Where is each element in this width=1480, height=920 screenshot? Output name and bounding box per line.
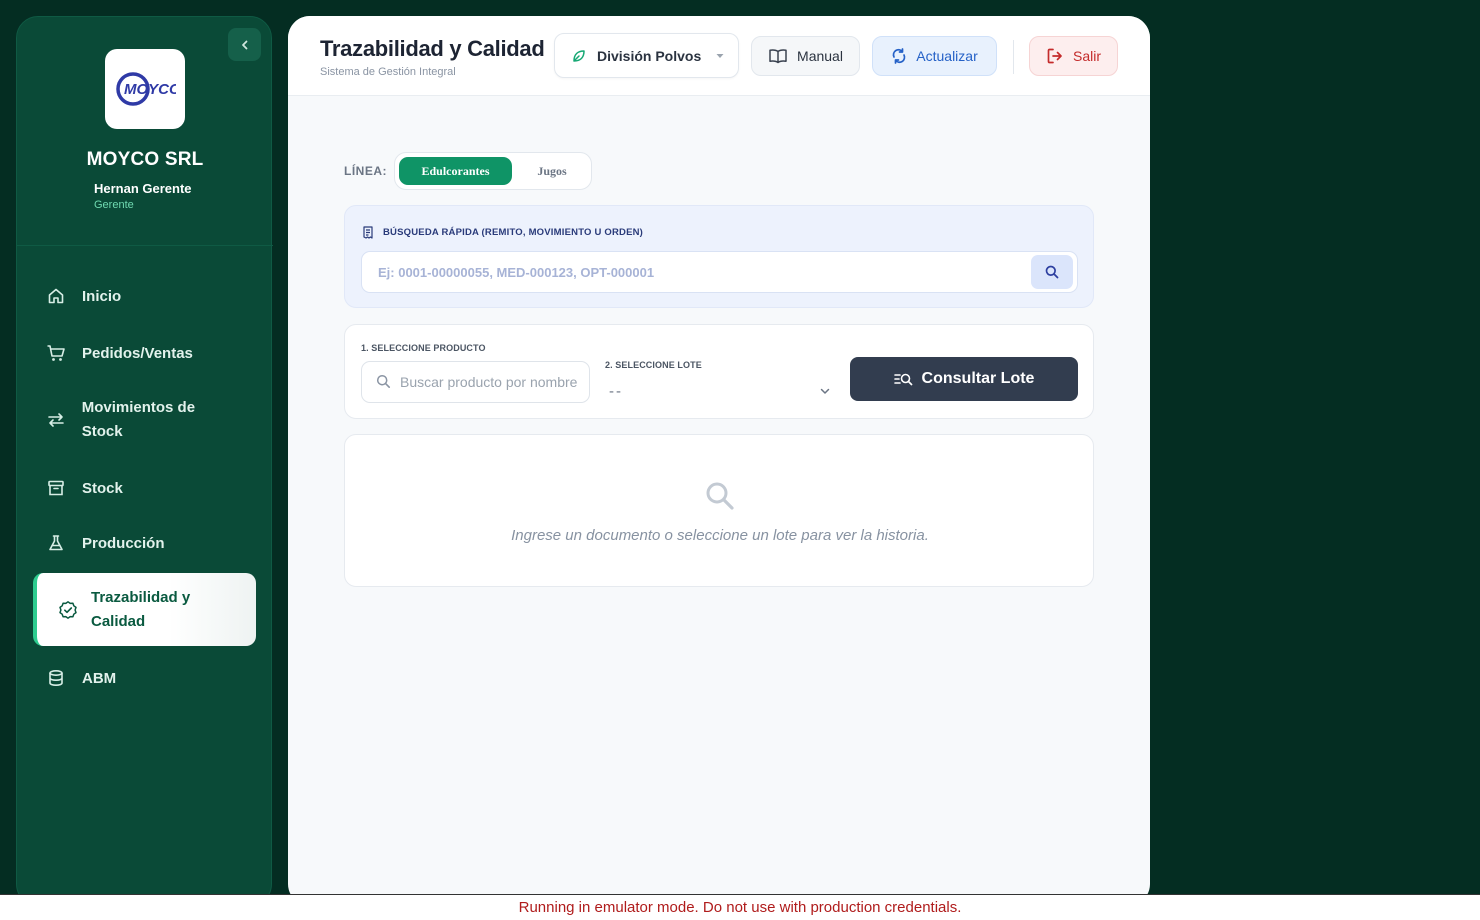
database-icon [45,667,67,689]
header-separator [1013,40,1014,74]
archive-box-icon [45,477,67,499]
book-icon [768,48,788,64]
quick-search-title-text: BÚSQUEDA RÁPIDA (REMITO, MOVIMIENTO U OR… [383,227,644,238]
manual-label: Manual [797,48,843,64]
line-toggle: Edulcorantes Jugos [394,152,592,190]
home-icon [45,285,67,307]
sidebar-item-trazabilidad[interactable]: Trazabilidad y Calidad [33,573,256,646]
logout-icon [1046,47,1064,65]
sidebar-item-abm[interactable]: ABM [45,667,116,689]
chevron-down-icon [820,388,830,394]
page-subtitle: Sistema de Gestión Integral [320,66,456,78]
chevron-left-icon [241,40,247,49]
sidebar-item-label: Inicio [82,287,122,305]
history-empty-state: Ingrese un documento o seleccione un lot… [344,434,1094,587]
product-search-input[interactable] [400,362,586,402]
lot-select-value: -- [609,382,623,400]
update-label: Actualizar [916,48,978,64]
update-button[interactable]: Actualizar [872,36,997,76]
collapse-sidebar-button[interactable] [228,28,261,61]
cart-icon [45,342,67,364]
sidebar-item-stock[interactable]: Stock [45,477,123,499]
quick-search-field [361,251,1078,293]
main-panel: Trazabilidad y Calidad Sistema de Gestió… [288,16,1150,906]
receipt-icon [362,226,374,239]
sidebar-item-pedidos[interactable]: Pedidos/Ventas [45,342,193,364]
quick-search-input[interactable] [362,252,1022,292]
sidebar-item-label: Movimientos de Stock [81,399,196,440]
division-selector[interactable]: División Polvos [554,33,739,78]
product-label: 1. SELECCIONE PRODUCTO [361,343,486,353]
arrows-exchange-icon [45,409,67,431]
sidebar-item-movimientos[interactable]: Movimientos de Stock [45,396,205,444]
emulator-warning-bar: Running in emulator mode. Do not use wit… [0,894,1480,920]
sidebar-item-produccion[interactable]: Producción [45,532,165,554]
caret-down-icon [716,53,724,58]
sidebar-item-label: Producción [82,534,165,552]
quick-search-button[interactable] [1031,255,1073,289]
sidebar-divider [17,245,273,246]
company-name: MOYCO SRL [86,149,204,170]
line-label: LÍNEA: [344,164,387,178]
sidebar-item-inicio[interactable]: Inicio [45,285,121,307]
consult-lot-button[interactable]: Consultar Lote [850,357,1078,401]
sidebar-item-label: Trazabilidad y Calidad [91,588,191,630]
company-logo: MOYCO [105,49,185,129]
line-option-edulcorantes[interactable]: Edulcorantes [399,157,512,185]
line-option-jugos[interactable]: Jugos [516,157,588,185]
logout-button[interactable]: Salir [1029,36,1118,76]
lot-selection-card: 1. SELECCIONE PRODUCTO 2. SELECCIONE LOT… [344,324,1094,419]
quick-search-title: BÚSQUEDA RÁPIDA (REMITO, MOVIMIENTO U OR… [362,226,643,239]
refresh-icon [891,48,907,64]
svg-text:MOYCO: MOYCO [124,81,176,98]
user-name: Hernan Gerente [94,181,192,196]
sidebar-item-label: Stock [82,479,123,497]
top-bar: Trazabilidad y Calidad Sistema de Gestió… [288,16,1150,96]
quick-search-card: BÚSQUEDA RÁPIDA (REMITO, MOVIMIENTO U OR… [344,205,1094,308]
page-title: Trazabilidad y Calidad [320,36,545,61]
search-icon [376,374,391,389]
logout-label: Salir [1072,48,1101,64]
empty-state-message: Ingrese un documento o seleccione un lot… [511,527,929,544]
user-role: Gerente [94,199,134,211]
division-label: División Polvos [597,47,702,64]
search-icon [1045,265,1059,279]
sidebar: MOYCO MOYCO SRL Hernan Gerente Gerente I… [16,16,273,906]
flask-icon [45,532,67,554]
search-icon [704,480,736,512]
lot-label: 2. SELECCIONE LOTE [605,360,702,370]
manual-button[interactable]: Manual [751,36,860,76]
lot-select[interactable]: -- [605,377,837,405]
consult-lot-label: Consultar Lote [921,370,1035,387]
sidebar-item-label: Pedidos/Ventas [82,344,193,362]
badge-check-icon [57,599,79,621]
sidebar-item-label: ABM [82,669,117,687]
product-search-field [361,361,590,403]
leaf-icon [573,49,585,62]
list-search-icon [893,372,913,387]
